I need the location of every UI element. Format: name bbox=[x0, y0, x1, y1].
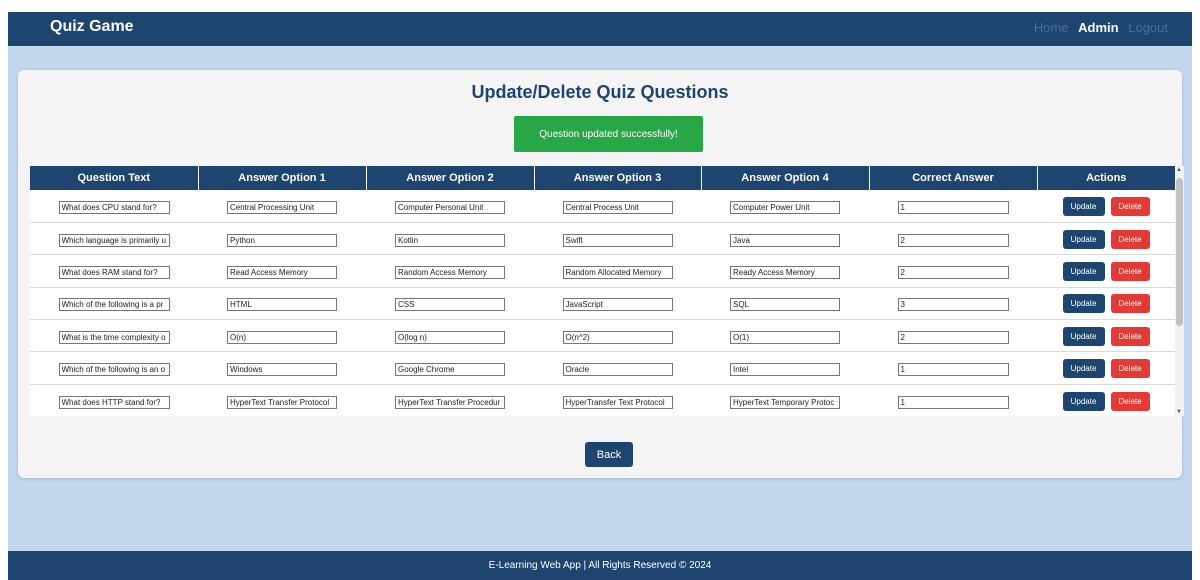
navbar: Quiz Game Home Admin Logout bbox=[8, 12, 1192, 46]
delete-button[interactable]: Delete bbox=[1110, 229, 1150, 249]
question-text-input[interactable] bbox=[58, 298, 170, 312]
correct-answer-input[interactable] bbox=[897, 200, 1009, 214]
answer-option-3-input[interactable] bbox=[562, 233, 673, 247]
table-row: UpdateDelete bbox=[30, 287, 1175, 321]
answer-option-2-input[interactable] bbox=[395, 200, 505, 214]
answer-option-1-input[interactable] bbox=[227, 363, 337, 377]
update-button[interactable]: Update bbox=[1062, 391, 1105, 411]
questions-table: Question Text Answer Option 1 Answer Opt… bbox=[30, 166, 1175, 416]
triangle-up-icon[interactable]: ▲ bbox=[1176, 167, 1182, 173]
answer-option-4-input[interactable] bbox=[730, 395, 840, 409]
answer-option-1-input[interactable] bbox=[227, 395, 337, 409]
answer-option-4-input[interactable] bbox=[730, 330, 840, 344]
answer-option-3-input[interactable] bbox=[562, 363, 673, 377]
header-answer-option-3: Answer Option 3 bbox=[534, 166, 702, 190]
answer-option-1-input[interactable] bbox=[227, 265, 337, 279]
answer-option-2-input[interactable] bbox=[395, 298, 505, 312]
nav-admin-link[interactable]: Admin bbox=[1078, 20, 1118, 35]
answer-option-1-input[interactable] bbox=[227, 298, 337, 312]
question-text-input[interactable] bbox=[58, 363, 170, 377]
table-row: UpdateDelete bbox=[30, 222, 1175, 256]
delete-button[interactable]: Delete bbox=[1110, 261, 1150, 281]
delete-button[interactable]: Delete bbox=[1110, 196, 1150, 216]
answer-option-3-input[interactable] bbox=[562, 395, 673, 409]
answer-option-3-input[interactable] bbox=[562, 200, 673, 214]
footer: E-Learning Web App | All Rights Reserved… bbox=[8, 551, 1192, 580]
brand-logo[interactable]: Quiz Game bbox=[50, 18, 134, 36]
nav-links: Home Admin Logout bbox=[1028, 20, 1168, 35]
table-row: UpdateDelete bbox=[30, 319, 1175, 353]
answer-option-2-input[interactable] bbox=[395, 363, 505, 377]
page-title: Update/Delete Quiz Questions bbox=[471, 82, 729, 102]
update-button[interactable]: Update bbox=[1062, 359, 1105, 379]
question-text-input[interactable] bbox=[58, 330, 170, 344]
back-button[interactable]: Back bbox=[585, 442, 633, 467]
header-actions: Actions bbox=[1037, 166, 1175, 190]
answer-option-2-input[interactable] bbox=[395, 395, 505, 409]
answer-option-4-input[interactable] bbox=[730, 363, 840, 377]
update-button[interactable]: Update bbox=[1062, 261, 1105, 281]
table-scrollbar[interactable]: ▲ ▼ bbox=[1175, 166, 1184, 416]
answer-option-4-input[interactable] bbox=[730, 298, 840, 312]
delete-button[interactable]: Delete bbox=[1110, 359, 1150, 379]
success-alert: Question updated successfully! bbox=[514, 116, 703, 152]
triangle-down-icon[interactable]: ▼ bbox=[1176, 409, 1182, 415]
update-button[interactable]: Update bbox=[1062, 326, 1105, 346]
answer-option-1-input[interactable] bbox=[227, 330, 337, 344]
header-question-text: Question Text bbox=[30, 166, 199, 190]
question-text-input[interactable] bbox=[58, 233, 170, 247]
table-row: UpdateDelete bbox=[30, 384, 1175, 416]
update-button[interactable]: Update bbox=[1062, 196, 1105, 216]
questions-table-wrapper[interactable]: Question Text Answer Option 1 Answer Opt… bbox=[30, 166, 1175, 416]
answer-option-3-input[interactable] bbox=[562, 298, 673, 312]
answer-option-4-input[interactable] bbox=[730, 233, 840, 247]
correct-answer-input[interactable] bbox=[897, 265, 1009, 279]
correct-answer-input[interactable] bbox=[897, 233, 1009, 247]
table-header-row: Question Text Answer Option 1 Answer Opt… bbox=[30, 166, 1175, 190]
answer-option-3-input[interactable] bbox=[562, 265, 673, 279]
update-button[interactable]: Update bbox=[1062, 294, 1105, 314]
table-row: UpdateDelete bbox=[30, 351, 1175, 385]
answer-option-4-input[interactable] bbox=[730, 200, 840, 214]
nav-home-link[interactable]: Home bbox=[1034, 20, 1069, 35]
header-correct-answer: Correct Answer bbox=[869, 166, 1038, 190]
answer-option-3-input[interactable] bbox=[562, 330, 673, 344]
answer-option-1-input[interactable] bbox=[227, 200, 337, 214]
header-answer-option-1: Answer Option 1 bbox=[198, 166, 367, 190]
answer-option-4-input[interactable] bbox=[730, 265, 840, 279]
scroll-thumb[interactable] bbox=[1176, 178, 1183, 326]
update-button[interactable]: Update bbox=[1062, 229, 1105, 249]
answer-option-1-input[interactable] bbox=[227, 233, 337, 247]
question-text-input[interactable] bbox=[58, 265, 170, 279]
header-answer-option-4: Answer Option 4 bbox=[701, 166, 870, 190]
delete-button[interactable]: Delete bbox=[1110, 326, 1150, 346]
question-text-input[interactable] bbox=[58, 395, 170, 409]
question-text-input[interactable] bbox=[58, 200, 170, 214]
table-row: UpdateDelete bbox=[30, 254, 1175, 288]
correct-answer-input[interactable] bbox=[897, 363, 1009, 377]
correct-answer-input[interactable] bbox=[897, 395, 1009, 409]
app-frame: Quiz Game Home Admin Logout Update/Delet… bbox=[8, 12, 1192, 580]
header-answer-option-2: Answer Option 2 bbox=[366, 166, 535, 190]
correct-answer-input[interactable] bbox=[897, 298, 1009, 312]
content-card: Update/Delete Quiz Questions Question up… bbox=[18, 70, 1184, 478]
delete-button[interactable]: Delete bbox=[1110, 391, 1150, 411]
answer-option-2-input[interactable] bbox=[395, 265, 505, 279]
answer-option-2-input[interactable] bbox=[395, 233, 505, 247]
correct-answer-input[interactable] bbox=[897, 330, 1009, 344]
delete-button[interactable]: Delete bbox=[1110, 294, 1150, 314]
nav-logout-link[interactable]: Logout bbox=[1128, 20, 1168, 35]
answer-option-2-input[interactable] bbox=[395, 330, 505, 344]
table-row: UpdateDelete bbox=[30, 190, 1175, 223]
